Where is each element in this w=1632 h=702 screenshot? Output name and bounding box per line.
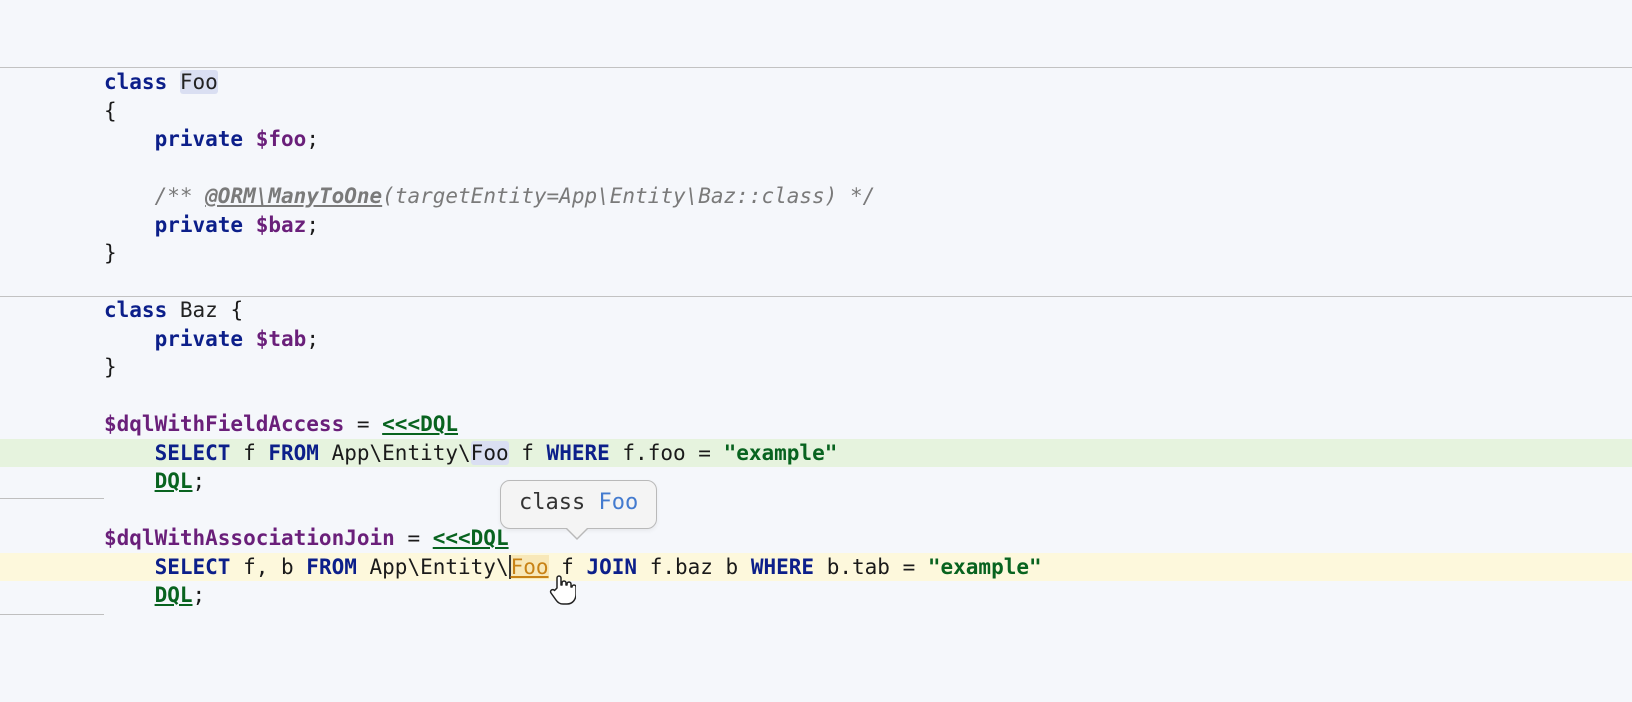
variable[interactable]: $foo — [256, 127, 307, 151]
code-line[interactable]: DQL; — [0, 581, 1632, 610]
code-line[interactable]: } — [0, 353, 1632, 382]
variable[interactable]: $baz — [256, 213, 307, 237]
identifier-class-name[interactable]: Baz — [180, 298, 218, 322]
dql-select-args: f, b — [230, 555, 306, 579]
code-line[interactable]: private $foo; — [0, 125, 1632, 154]
identifier-class-name[interactable]: Foo — [180, 70, 218, 94]
keyword-class: class — [104, 70, 167, 94]
brace-close: } — [104, 355, 117, 379]
code-line-blank[interactable] — [0, 268, 1632, 297]
keyword-modifier: private — [155, 327, 244, 351]
dql-string-literal: "example" — [724, 441, 838, 465]
code-line[interactable]: } — [0, 239, 1632, 268]
dql-entity-ns: App\Entity\ — [319, 441, 471, 465]
keyword-class: class — [104, 298, 167, 322]
code-line-highlighted[interactable]: SELECT f FROM App\Entity\Foo f WHERE f.f… — [0, 439, 1632, 468]
dql-string-literal: "example" — [928, 555, 1042, 579]
code-line[interactable]: DQL; — [0, 467, 1632, 496]
heredoc-open: <<<DQL — [382, 412, 458, 436]
code-line-blank[interactable] — [0, 382, 1632, 411]
code-editor-viewport: class Foo { private $foo; /** @ORM\ManyT… — [0, 0, 1632, 702]
doc-comment-open: /** — [155, 184, 206, 208]
variable[interactable]: $dqlWithAssociationJoin — [104, 526, 395, 550]
dql-keyword-join: JOIN — [586, 555, 637, 579]
code-line[interactable]: $dqlWithFieldAccess = <<<DQL — [0, 410, 1632, 439]
dql-entity-name[interactable]: Foo — [471, 441, 509, 465]
operator-eq: = — [344, 412, 382, 436]
semicolon: ; — [306, 127, 319, 151]
heredoc-close: DQL — [155, 583, 193, 607]
semicolon: ; — [306, 213, 319, 237]
code-line[interactable]: /** @ORM\ManyToOne(targetEntity=App\Enti… — [0, 182, 1632, 211]
code-line[interactable]: class Baz { — [0, 296, 1632, 325]
heredoc-open: <<<DQL — [433, 526, 509, 550]
brace-open: { — [104, 99, 117, 123]
code-line-blank[interactable] — [0, 496, 1632, 525]
semicolon: ; — [193, 583, 206, 607]
dql-where-expr: b.tab = — [814, 555, 928, 579]
dql-entity-name-hover[interactable]: Foo — [509, 555, 549, 579]
dql-keyword-where: WHERE — [751, 555, 814, 579]
tooltip-keyword: class — [519, 490, 585, 515]
doc-comment-rest: (targetEntity=App\Entity\Baz::class) */ — [382, 184, 875, 208]
heredoc-close: DQL — [155, 469, 193, 493]
code-line[interactable]: private $tab; — [0, 325, 1632, 354]
quick-doc-tooltip[interactable]: class Foo — [500, 480, 657, 529]
dql-where-expr: f.foo = — [610, 441, 724, 465]
semicolon: ; — [306, 327, 319, 351]
dql-keyword-from: FROM — [268, 441, 319, 465]
doc-annotation[interactable]: @ORM\ManyToOne — [205, 184, 382, 208]
code-line[interactable]: $dqlWithAssociationJoin = <<<DQL — [0, 524, 1632, 553]
tooltip-notch-icon — [565, 528, 589, 540]
code-line[interactable]: private $baz; — [0, 211, 1632, 240]
code-line-highlighted[interactable]: SELECT f, b FROM App\Entity\Foo f JOIN f… — [0, 553, 1632, 582]
dql-keyword-where: WHERE — [547, 441, 610, 465]
brace-open: { — [218, 298, 243, 322]
dql-keyword-select: SELECT — [155, 441, 231, 465]
operator-eq: = — [395, 526, 433, 550]
brace-close: } — [104, 241, 117, 265]
dql-alias: f — [509, 441, 547, 465]
keyword-modifier: private — [155, 213, 244, 237]
dql-entity-ns: App\Entity\ — [357, 555, 509, 579]
semicolon: ; — [193, 469, 206, 493]
dql-alias: f — [549, 555, 587, 579]
variable[interactable]: $tab — [256, 327, 307, 351]
code-line-blank[interactable] — [0, 154, 1632, 183]
editor-area[interactable]: class Foo { private $foo; /** @ORM\ManyT… — [0, 0, 1632, 610]
variable[interactable]: $dqlWithFieldAccess — [104, 412, 344, 436]
dql-keyword-select: SELECT — [155, 555, 231, 579]
dql-select-args: f — [230, 441, 268, 465]
code-line[interactable]: { — [0, 97, 1632, 126]
dql-join-expr: f.baz b — [637, 555, 751, 579]
tooltip-classname[interactable]: Foo — [598, 490, 638, 515]
gutter-rule — [0, 614, 104, 615]
code-line[interactable]: class Foo — [0, 68, 1632, 97]
dql-keyword-from: FROM — [306, 555, 357, 579]
keyword-modifier: private — [155, 127, 244, 151]
